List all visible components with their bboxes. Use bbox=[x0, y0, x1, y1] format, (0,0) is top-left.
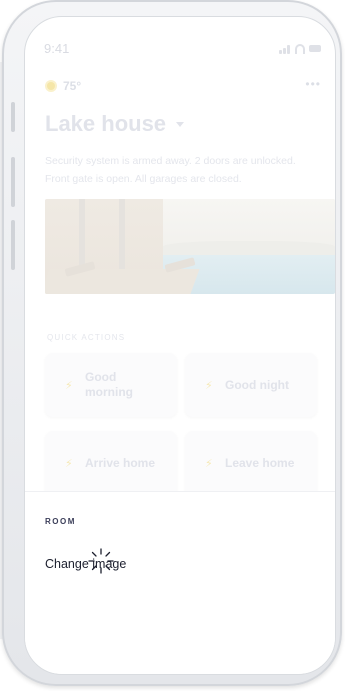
status-icons bbox=[279, 44, 321, 54]
quick-action-label: Good morning bbox=[85, 370, 133, 399]
photo-hills bbox=[163, 241, 335, 255]
volume-up-button bbox=[11, 157, 15, 207]
chevron-down-icon bbox=[176, 121, 185, 127]
quick-action-label: Arrive home bbox=[85, 455, 156, 470]
section-label-room: ROOM bbox=[45, 517, 76, 526]
more-options-button[interactable]: ••• bbox=[305, 77, 321, 91]
temperature: 75° bbox=[63, 79, 82, 93]
quick-action-label: Good night bbox=[225, 377, 289, 392]
signal-bar bbox=[287, 45, 290, 54]
volume-down-button bbox=[11, 220, 15, 270]
spinner-spoke bbox=[105, 565, 111, 571]
quick-actions-heading: QUICK ACTIONS bbox=[47, 333, 126, 342]
spinner-icon bbox=[88, 548, 114, 574]
mute-switch bbox=[11, 102, 15, 132]
bolt-icon: ⚡ bbox=[205, 379, 213, 392]
spinner-spoke bbox=[91, 565, 97, 571]
bolt-icon: ⚡ bbox=[65, 457, 73, 470]
bolt-icon: ⚡ bbox=[65, 379, 73, 392]
spinner-spoke bbox=[91, 551, 97, 557]
hero-image[interactable] bbox=[45, 199, 335, 294]
status-bar: 9:41 bbox=[25, 17, 335, 69]
weather-widget[interactable]: 75° bbox=[47, 79, 81, 93]
room-action-sheet: ROOM Change image bbox=[25, 491, 335, 674]
quick-action-good-night[interactable]: ⚡ Good night bbox=[185, 353, 317, 417]
signal-bar bbox=[283, 48, 286, 54]
sun-icon bbox=[47, 82, 55, 90]
battery-icon bbox=[309, 45, 321, 52]
spinner-spoke bbox=[105, 551, 111, 557]
quick-action-good-morning[interactable]: ⚡ Good morning bbox=[45, 353, 177, 417]
quick-action-arrive-home[interactable]: ⚡ Arrive home bbox=[45, 431, 177, 495]
app-screen: 9:41 75° ••• Lake house Security system … bbox=[24, 16, 336, 675]
location-title: Lake house bbox=[45, 111, 167, 136]
location-selector[interactable]: Lake house bbox=[45, 111, 185, 137]
bolt-icon: ⚡ bbox=[205, 457, 213, 470]
quick-action-label: Leave home bbox=[225, 455, 295, 470]
status-time: 9:41 bbox=[44, 41, 70, 56]
signal-icon bbox=[279, 50, 282, 54]
wifi-icon bbox=[295, 44, 305, 54]
quick-action-leave-home[interactable]: ⚡ Leave home bbox=[185, 431, 317, 495]
security-summary: Security system is armed away. 2 doors a… bbox=[45, 155, 296, 185]
